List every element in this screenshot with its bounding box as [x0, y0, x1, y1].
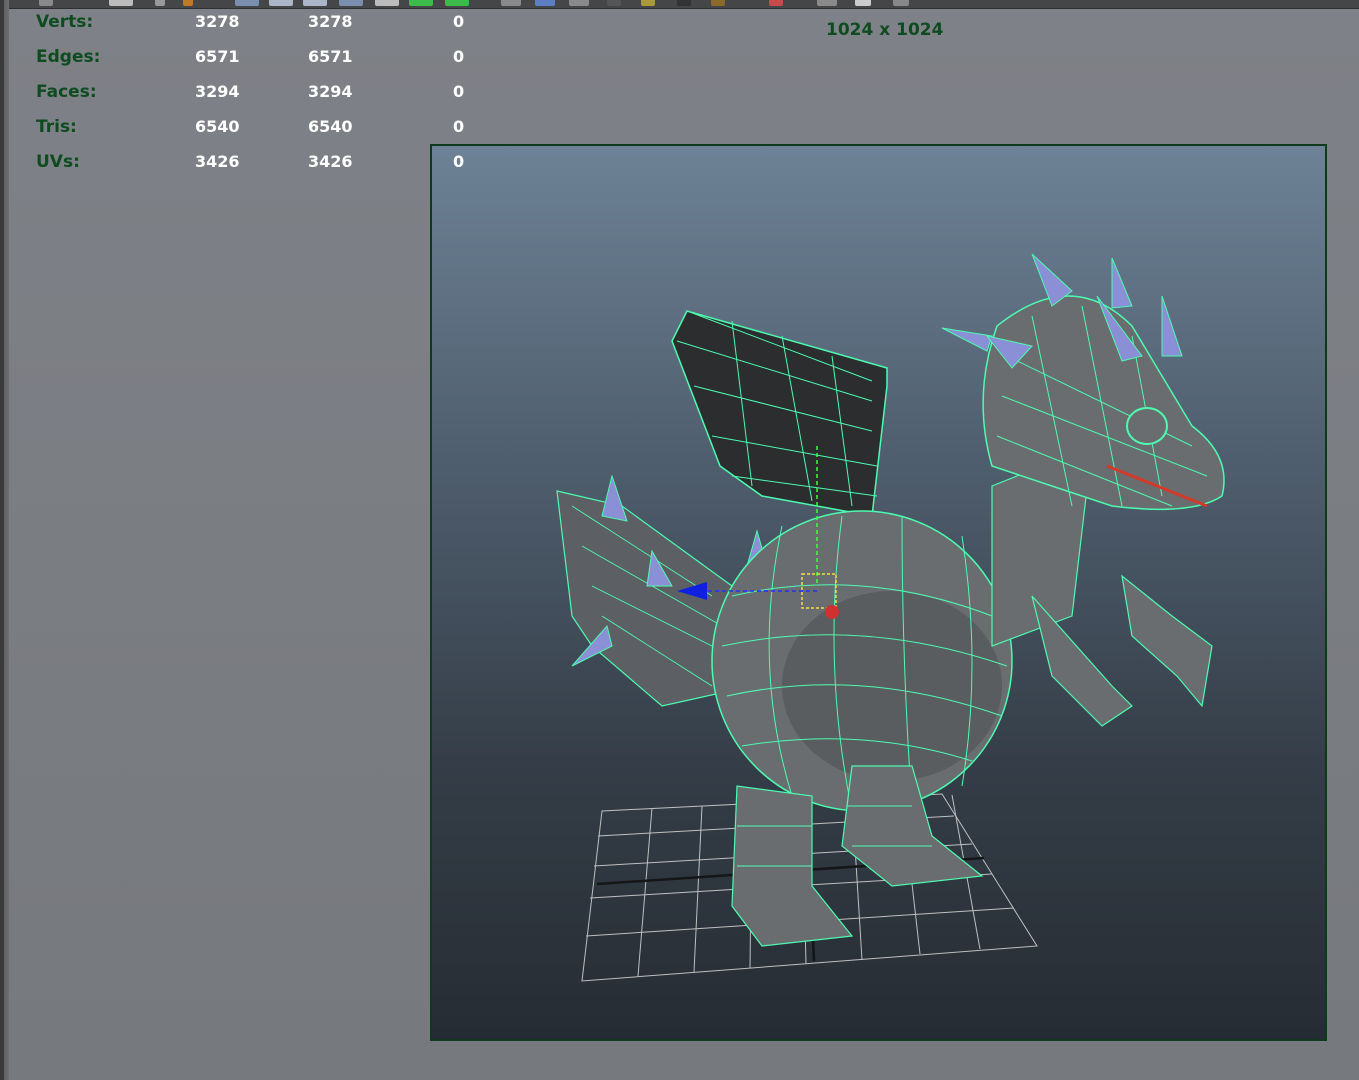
- tool-icon[interactable]: [109, 0, 133, 6]
- tool-icon[interactable]: [855, 0, 871, 6]
- tool-icon[interactable]: [375, 0, 399, 6]
- hud-value: 3426: [308, 152, 353, 171]
- hud-value: 3294: [308, 82, 353, 101]
- hud-label: UVs:: [36, 152, 80, 172]
- dragon-legs: [731, 765, 984, 947]
- tool-icon[interactable]: [711, 0, 725, 6]
- panel-edge: [0, 0, 9, 1080]
- poly-count-hud: Verts: 3278 3278 0 Edges: 6571 6571 0 Fa…: [36, 10, 496, 185]
- hud-row-faces: Faces: 3294 3294 0: [36, 80, 496, 115]
- tool-icon[interactable]: [155, 0, 165, 6]
- hud-value: 0: [453, 82, 465, 101]
- hud-value: 0: [453, 47, 465, 66]
- tool-icon[interactable]: [641, 0, 655, 6]
- hud-value: 3294: [195, 82, 240, 101]
- toolbar: [9, 0, 1359, 9]
- hud-row-uvs: UVs: 3426 3426 0: [36, 150, 496, 185]
- tool-icon[interactable]: [501, 0, 521, 6]
- hud-value: 3278: [308, 12, 353, 31]
- hud-label: Verts:: [36, 12, 94, 32]
- tool-icon[interactable]: [893, 0, 909, 6]
- hud-value: 6540: [308, 117, 353, 136]
- hud-value: 0: [453, 12, 465, 31]
- tool-icon[interactable]: [535, 0, 555, 6]
- hud-value: 3426: [195, 152, 240, 171]
- hud-value: 3278: [195, 12, 240, 31]
- tool-icon[interactable]: [235, 0, 259, 6]
- tool-icon[interactable]: [269, 0, 293, 6]
- tool-icon[interactable]: [39, 0, 53, 6]
- tool-icon[interactable]: [339, 0, 363, 6]
- hud-row-verts: Verts: 3278 3278 0: [36, 10, 496, 45]
- tool-icon[interactable]: [607, 0, 621, 6]
- tool-icon[interactable]: [769, 0, 783, 6]
- 3d-viewport[interactable]: [430, 144, 1327, 1041]
- hud-value: 6571: [195, 47, 240, 66]
- tool-icon[interactable]: [677, 0, 691, 6]
- hud-label: Tris:: [36, 117, 77, 137]
- tool-icon[interactable]: [569, 0, 589, 6]
- hud-value: 0: [453, 117, 465, 136]
- resolution-gate-label: 1024 x 1024: [826, 20, 944, 40]
- hud-value: 0: [453, 152, 465, 171]
- tool-icon[interactable]: [303, 0, 327, 6]
- tool-icon[interactable]: [409, 0, 433, 6]
- hud-value: 6540: [195, 117, 240, 136]
- hud-row-edges: Edges: 6571 6571 0: [36, 45, 496, 80]
- hud-value: 6571: [308, 47, 353, 66]
- hud-label: Edges:: [36, 47, 101, 67]
- hud-label: Faces:: [36, 82, 97, 102]
- tool-icon[interactable]: [817, 0, 837, 6]
- tool-icon[interactable]: [445, 0, 469, 6]
- viewport-scene: [556, 253, 1225, 982]
- tool-icon[interactable]: [183, 0, 193, 6]
- hud-row-tris: Tris: 6540 6540 0: [36, 115, 496, 150]
- dragon-wing: [671, 310, 888, 517]
